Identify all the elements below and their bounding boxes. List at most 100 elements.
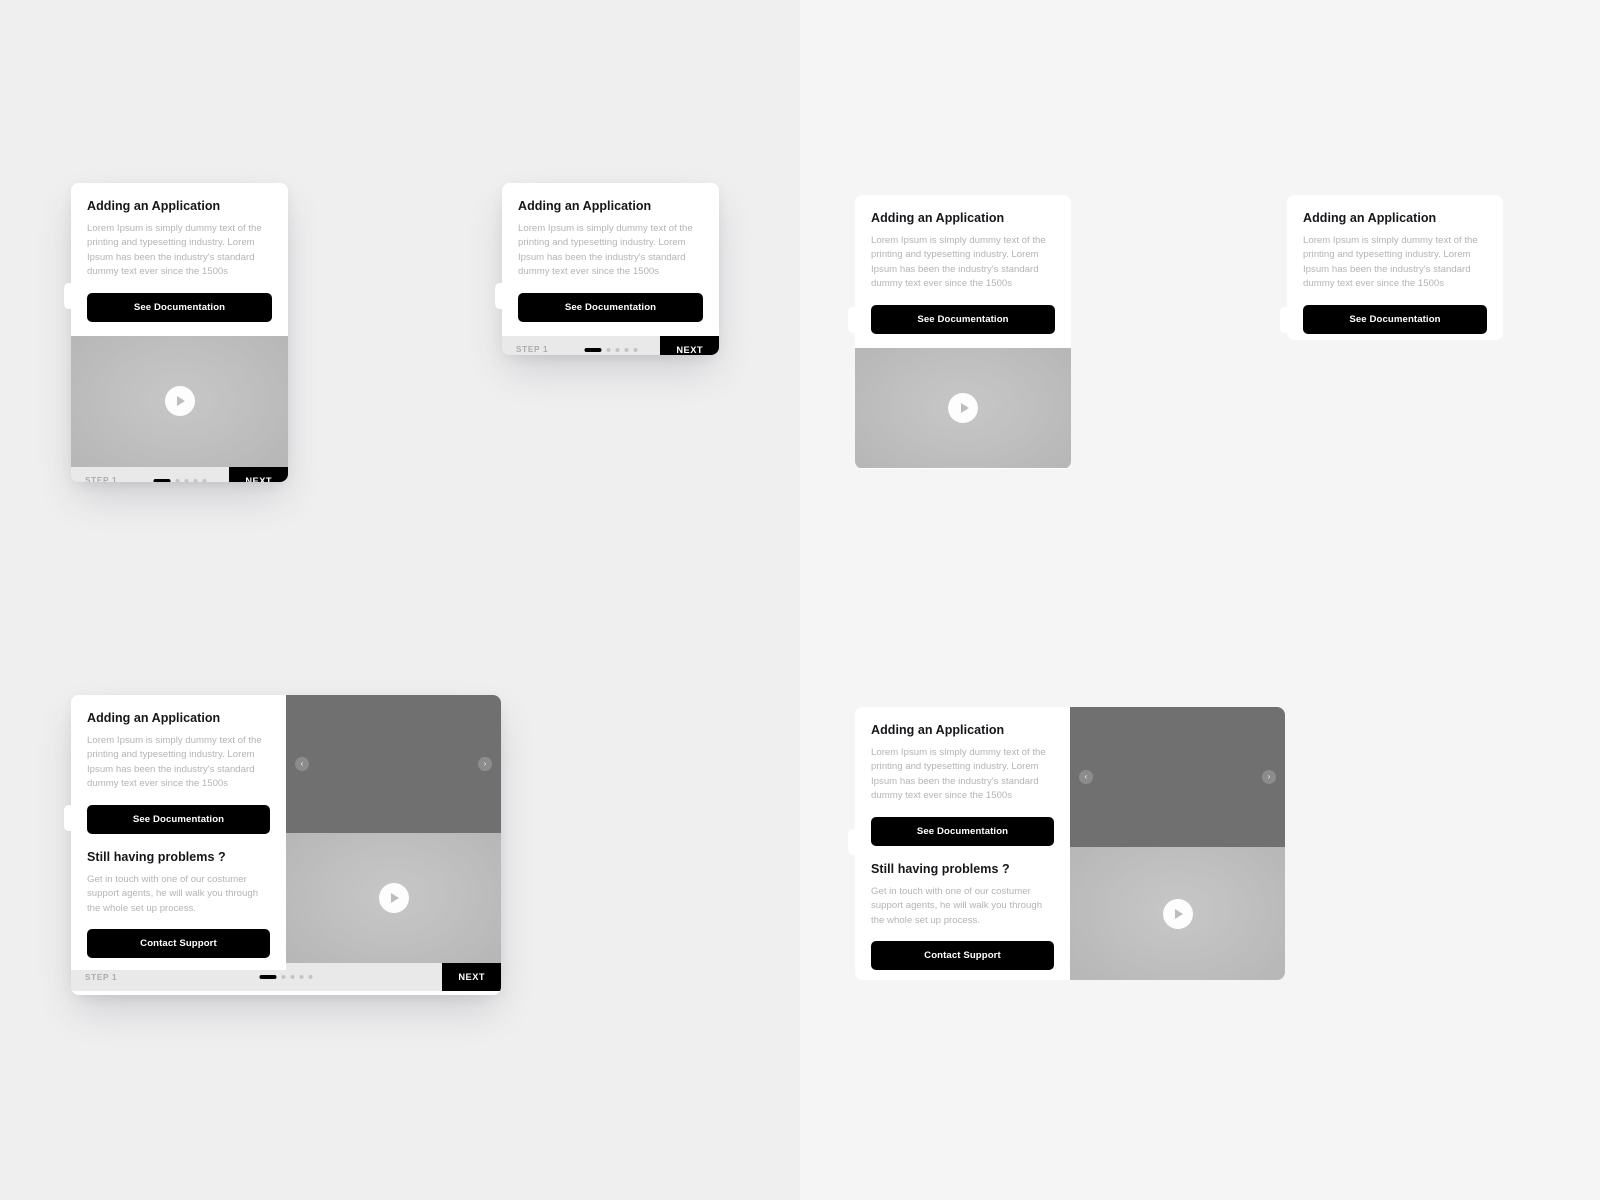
card-with-video-no-stepper: Adding an Application Lorem Ipsum is sim… [848, 195, 1071, 469]
body-paragraph: Lorem Ipsum is simply dummy text of the … [87, 222, 262, 278]
page-title: Adding an Application [87, 199, 221, 213]
support-paragraph: Get in touch with one of our costumer su… [87, 873, 259, 914]
step-dot-5[interactable] [308, 975, 313, 979]
stepper-bar: STEP 1 NEXT [502, 335, 719, 355]
step-label: STEP 1 [516, 345, 549, 355]
step-dot-1[interactable] [584, 347, 601, 352]
step-dot-4[interactable] [299, 975, 304, 979]
step-dot-2[interactable] [281, 975, 286, 979]
card-left-notch [848, 307, 857, 333]
see-documentation-button[interactable]: See Documentation [1303, 304, 1487, 334]
card-inner: Adding an Application Lorem Ipsum is sim… [855, 707, 1285, 980]
card-inner: Adding an Application Lorem Ipsum is sim… [855, 195, 1071, 469]
play-triangle [960, 402, 969, 413]
card-media-column: ‹ › [286, 695, 501, 963]
video-placeholder[interactable] [71, 335, 288, 467]
play-icon[interactable] [164, 386, 195, 417]
next-button[interactable]: NEXT [442, 963, 501, 991]
page-title: Adding an Application [1303, 211, 1437, 225]
card-inner: Adding an Application Lorem Ipsum is sim… [502, 183, 719, 355]
step-label: STEP 1 [85, 972, 118, 982]
support-paragraph: Get in touch with one of our costumer su… [871, 885, 1043, 926]
card-content: Adding an Application Lorem Ipsum is sim… [71, 183, 288, 336]
chevron-right-icon[interactable]: › [478, 757, 492, 771]
card-content: Adding an Application Lorem Ipsum is sim… [855, 707, 1070, 980]
step-dot-2[interactable] [175, 478, 179, 482]
step-dots [259, 975, 313, 979]
play-triangle [1175, 908, 1183, 919]
canvas-background-right [800, 0, 1600, 1200]
card-left-notch [64, 283, 73, 309]
step-dot-3[interactable] [615, 347, 619, 352]
contact-support-button[interactable]: Contact Support [87, 929, 270, 959]
step-dot-5[interactable] [633, 347, 637, 352]
video-placeholder[interactable] [1070, 847, 1285, 980]
body-paragraph: Lorem Ipsum is simply dummy text of the … [871, 234, 1046, 290]
play-triangle [177, 396, 185, 407]
see-documentation-button[interactable]: See Documentation [871, 304, 1055, 334]
card-left-notch [1280, 307, 1289, 333]
card-left-notch [64, 805, 73, 831]
support-title: Still having problems ? [87, 849, 226, 864]
stepper-bar: STEP 1 NEXT [71, 466, 288, 482]
step-dot-4[interactable] [193, 478, 197, 482]
carousel-placeholder[interactable]: ‹ › [286, 695, 501, 833]
card-content-only: Adding an Application Lorem Ipsum is sim… [1280, 195, 1503, 340]
page-title: Adding an Application [87, 711, 221, 725]
carousel-placeholder[interactable]: ‹ › [1070, 707, 1285, 847]
step-dot-3[interactable] [290, 975, 295, 979]
card-content: Adding an Application Lorem Ipsum is sim… [502, 183, 719, 336]
step-dot-1[interactable] [259, 975, 277, 979]
canvas-background-left [0, 0, 800, 1200]
step-dot-2[interactable] [606, 347, 610, 352]
card-split-layout: Adding an Application Lorem Ipsum is sim… [855, 707, 1285, 980]
step-dot-3[interactable] [184, 478, 188, 482]
step-label: STEP 1 [85, 476, 118, 482]
next-button[interactable]: NEXT [660, 335, 719, 355]
card-text-column: Adding an Application Lorem Ipsum is sim… [855, 707, 1070, 980]
card-content: Adding an Application Lorem Ipsum is sim… [855, 195, 1071, 348]
body-paragraph: Lorem Ipsum is simply dummy text of the … [518, 222, 693, 278]
body-paragraph: Lorem Ipsum is simply dummy text of the … [87, 734, 262, 790]
body-paragraph: Lorem Ipsum is simply dummy text of the … [1303, 234, 1478, 290]
page-title: Adding an Application [518, 199, 652, 213]
step-dot-1[interactable] [153, 478, 170, 482]
step-dots [584, 347, 637, 352]
card-left-notch [848, 829, 857, 855]
card-left-notch [495, 283, 504, 309]
chevron-left-icon[interactable]: ‹ [1079, 770, 1093, 784]
next-button[interactable]: NEXT [229, 466, 288, 482]
support-title: Still having problems ? [871, 861, 1010, 876]
card-media-column: ‹ › [1070, 707, 1285, 980]
card-inner: Adding an Application Lorem Ipsum is sim… [1287, 195, 1503, 340]
video-placeholder[interactable] [855, 347, 1071, 468]
play-triangle [391, 893, 399, 903]
card-content: Adding an Application Lorem Ipsum is sim… [1287, 195, 1503, 340]
play-icon[interactable] [378, 883, 409, 913]
page-title: Adding an Application [871, 723, 1005, 737]
card-split-layout: Adding an Application Lorem Ipsum is sim… [71, 695, 501, 971]
card-with-video-and-stepper: Adding an Application Lorem Ipsum is sim… [64, 183, 288, 482]
see-documentation-button[interactable]: See Documentation [518, 292, 703, 322]
body-paragraph: Lorem Ipsum is simply dummy text of the … [871, 746, 1046, 802]
card-inner: Adding an Application Lorem Ipsum is sim… [71, 183, 288, 482]
see-documentation-button[interactable]: See Documentation [871, 816, 1054, 846]
wide-card-with-support-and-stepper: Adding an Application Lorem Ipsum is sim… [64, 695, 501, 995]
wide-card-with-support-no-stepper: Adding an Application Lorem Ipsum is sim… [848, 707, 1285, 980]
page-title: Adding an Application [871, 211, 1005, 225]
step-dot-4[interactable] [624, 347, 628, 352]
chevron-left-icon[interactable]: ‹ [295, 757, 309, 771]
video-placeholder[interactable] [286, 833, 501, 963]
play-icon[interactable] [1162, 898, 1193, 929]
contact-support-button[interactable]: Contact Support [871, 941, 1054, 971]
see-documentation-button[interactable]: See Documentation [87, 292, 272, 322]
chevron-right-icon[interactable]: › [1262, 770, 1276, 784]
card-inner: Adding an Application Lorem Ipsum is sim… [71, 695, 501, 995]
step-dots [153, 478, 206, 482]
card-content: Adding an Application Lorem Ipsum is sim… [71, 695, 286, 971]
see-documentation-button[interactable]: See Documentation [87, 804, 270, 834]
card-with-stepper-only: Adding an Application Lorem Ipsum is sim… [495, 183, 719, 355]
play-icon[interactable] [948, 392, 978, 423]
card-text-column: Adding an Application Lorem Ipsum is sim… [71, 695, 286, 971]
step-dot-5[interactable] [202, 478, 206, 482]
